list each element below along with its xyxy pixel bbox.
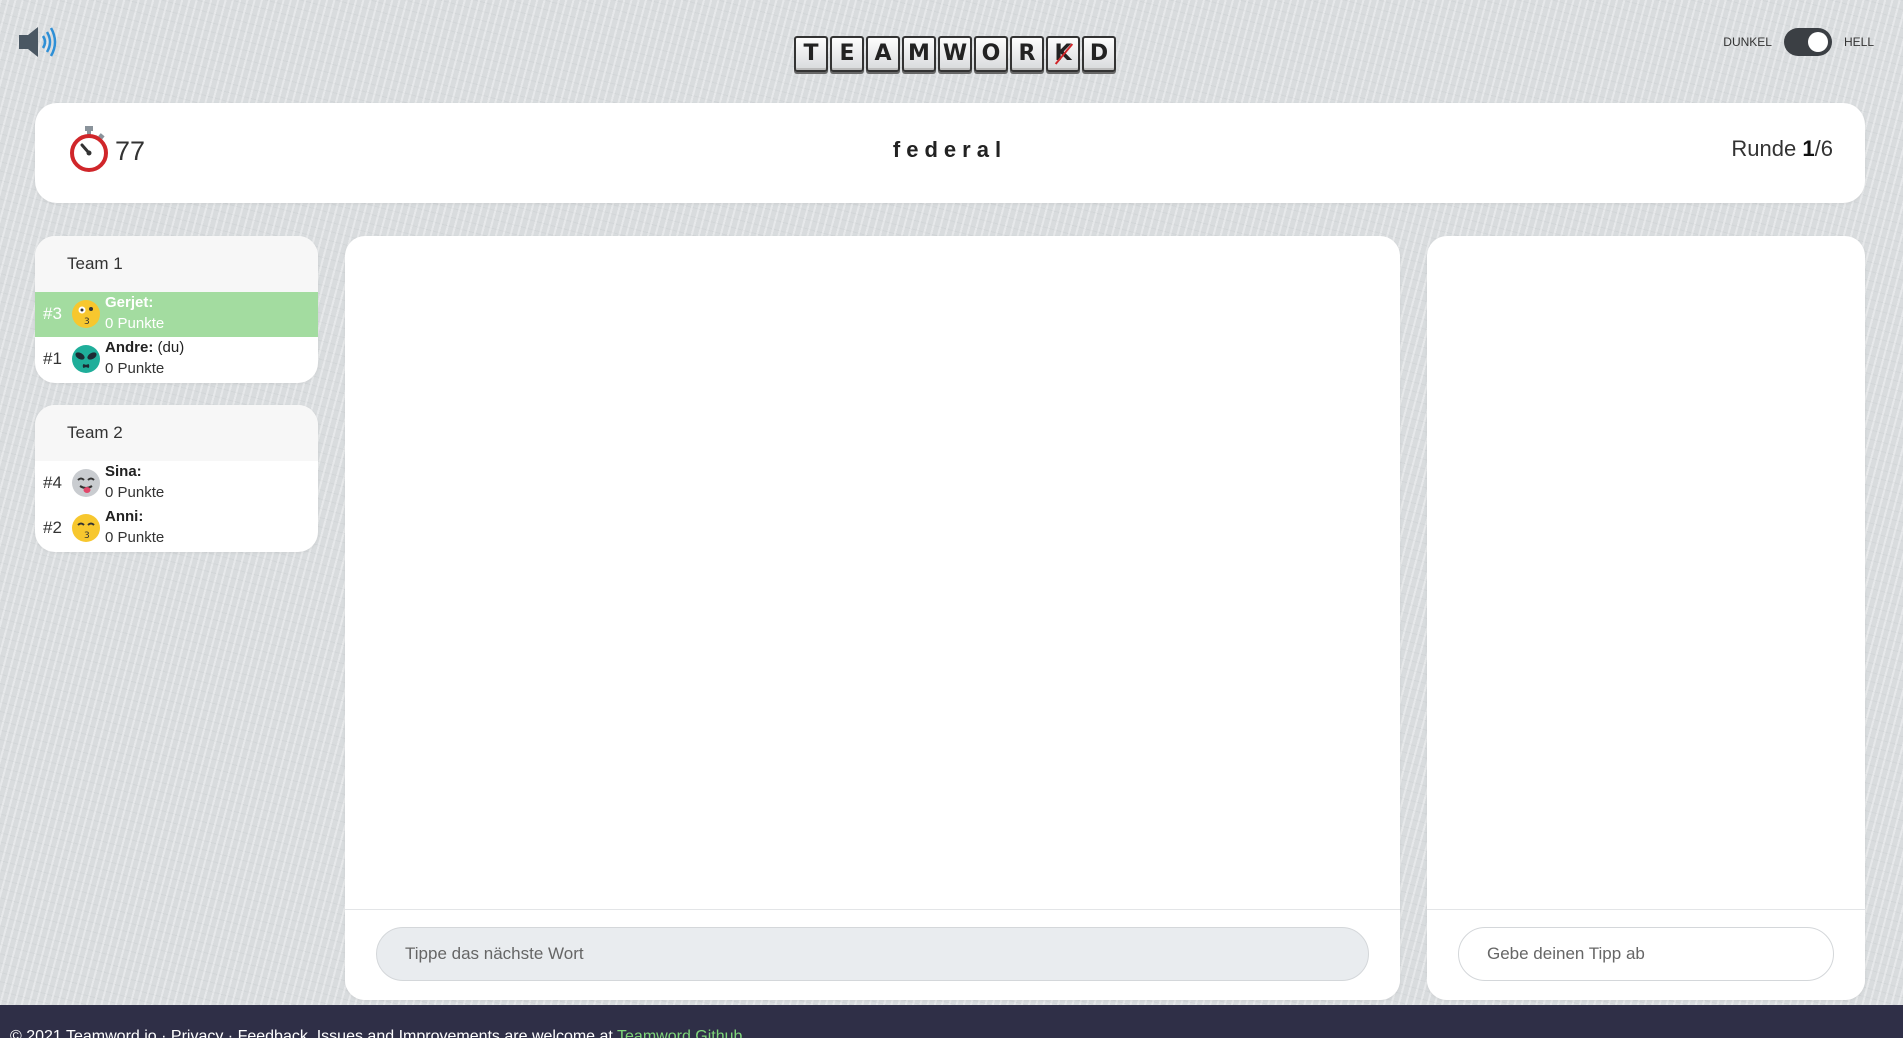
round-label: Runde xyxy=(1731,136,1797,161)
alien-emoji-icon xyxy=(71,344,101,374)
player-score: 0 Punkte xyxy=(105,360,165,377)
privacy-link[interactable]: Privacy xyxy=(171,1028,223,1038)
team-title: Team 2 xyxy=(35,405,318,461)
toggle-knob xyxy=(1807,32,1828,52)
logo-tile: R xyxy=(1010,36,1044,72)
logo-tile: T xyxy=(794,36,828,72)
player-score: 0 Punkte xyxy=(105,529,165,546)
theme-light-label: HELL xyxy=(1843,35,1874,49)
player-name: Anni: xyxy=(105,508,143,525)
word-input-bar xyxy=(345,909,1400,1000)
guess-input[interactable] xyxy=(1458,927,1834,981)
player-rank: #4 xyxy=(43,473,62,492)
guess-panel xyxy=(1427,236,1865,1000)
site-footer: © 2021 Teamword.io · Privacy · Feedback,… xyxy=(0,1005,1903,1038)
feedback-text: Feedback, Issues and Improvements are we… xyxy=(237,1028,618,1038)
team-panel-1: Team 1 #3 3 Gerjet: 0 Punkte #1 Andre: (… xyxy=(35,236,318,383)
player-name: Sina: xyxy=(105,463,142,480)
logo-tile: D xyxy=(1082,36,1116,72)
kissing-smile-emoji-icon: 3 xyxy=(71,513,101,543)
player-score: 0 Punkte xyxy=(105,315,165,332)
player-name-text: Gerjet: xyxy=(105,294,154,311)
footer-separator: · xyxy=(156,1028,171,1038)
tongue-out-emoji-icon xyxy=(71,468,101,498)
player-rank: #3 xyxy=(43,304,62,323)
kissing-wink-emoji-icon: 3 xyxy=(71,299,101,329)
footer-separator: · xyxy=(223,1028,238,1038)
svg-text:3: 3 xyxy=(84,531,90,541)
logo-tile: W xyxy=(938,36,972,72)
round-counter: Runde 1/6 xyxy=(1731,136,1833,162)
you-marker: (du) xyxy=(153,339,185,356)
github-link[interactable]: Teamword Github xyxy=(617,1028,742,1038)
speaker-volume-icon[interactable] xyxy=(18,24,60,60)
theme-dark-label: DUNKEL xyxy=(1723,35,1772,49)
player-rank: #1 xyxy=(43,349,62,368)
player-rank: #2 xyxy=(43,518,62,537)
team-panel-2: Team 2 #4 Sina: 0 Punkte #2 3 Anni: 0 Pu… xyxy=(35,405,318,552)
player-name: Andre: (du) xyxy=(105,339,184,356)
player-row-active: #3 3 Gerjet: 0 Punkte xyxy=(35,292,318,337)
round-total: 6 xyxy=(1820,136,1833,161)
round-current: 1 xyxy=(1802,136,1815,161)
player-name-text: Andre: xyxy=(105,339,154,356)
logo-tile: E xyxy=(830,36,864,72)
player-score: 0 Punkte xyxy=(105,484,165,501)
logo-tile: O xyxy=(974,36,1008,72)
player-name-text: Sina: xyxy=(105,463,142,480)
teamword-logo: T E A M W O R K D xyxy=(794,36,1116,72)
player-row: #1 Andre: (du) 0 Punkte xyxy=(35,337,318,382)
theme-switch: DUNKEL HELL xyxy=(1723,28,1874,56)
svg-text:3: 3 xyxy=(84,317,90,327)
logo-tile-crossed: K xyxy=(1046,36,1080,72)
theme-toggle[interactable] xyxy=(1783,28,1832,56)
logo-tile: M xyxy=(902,36,936,72)
word-input[interactable] xyxy=(376,927,1369,981)
player-name-text: Anni: xyxy=(105,508,144,525)
team-title: Team 1 xyxy=(35,236,318,292)
copyright-text: © 2021 Teamword.io xyxy=(10,1028,157,1038)
logo-tile: A xyxy=(866,36,900,72)
guess-input-bar xyxy=(1427,909,1865,1000)
round-header: 77 federal Runde 1/6 xyxy=(35,103,1865,203)
current-word: federal xyxy=(892,137,1008,162)
word-chain-panel xyxy=(345,236,1400,1000)
player-row: #2 3 Anni: 0 Punkte xyxy=(35,506,318,551)
player-row: #4 Sina: 0 Punkte xyxy=(35,461,318,506)
player-name: Gerjet: xyxy=(105,294,153,311)
